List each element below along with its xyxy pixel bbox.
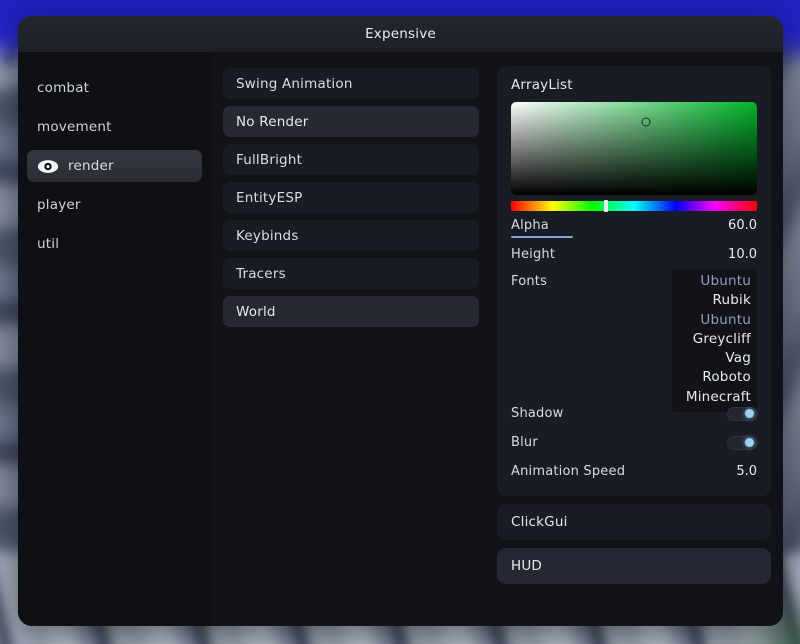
sidebar-item-label: movement bbox=[37, 119, 112, 135]
setting-value: 60.0 bbox=[728, 218, 757, 233]
sidebar-item-util[interactable]: util bbox=[27, 228, 202, 260]
settings-card-clickgui[interactable]: ClickGui bbox=[497, 504, 771, 540]
font-option-selected[interactable]: Ubuntu bbox=[678, 272, 751, 291]
setting-shadow[interactable]: Shadow bbox=[511, 399, 757, 428]
setting-animation-speed[interactable]: Animation Speed 5.0 bbox=[511, 457, 757, 486]
module-list: Swing Animation No Render FullBright Ent… bbox=[211, 52, 491, 626]
settings-panel: ArrayList Alpha 60.0 Height 10.0 Fonts U… bbox=[491, 52, 783, 626]
card-title-arraylist[interactable]: ArrayList bbox=[497, 66, 771, 102]
font-option-vag[interactable]: Vag bbox=[678, 349, 751, 368]
settings-card-arraylist: ArrayList Alpha 60.0 Height 10.0 Fonts U… bbox=[497, 66, 771, 496]
font-option-greycliff[interactable]: Greycliff bbox=[678, 330, 751, 349]
arraylist-settings: Alpha 60.0 Height 10.0 Fonts Ubuntu Rubi… bbox=[497, 102, 771, 496]
setting-label: Fonts bbox=[511, 274, 548, 289]
blur-toggle[interactable] bbox=[727, 435, 757, 450]
module-world[interactable]: World bbox=[223, 296, 479, 327]
alpha-slider-track[interactable] bbox=[511, 236, 757, 238]
module-entityesp[interactable]: EntityESP bbox=[223, 182, 479, 213]
sidebar-item-render[interactable]: render bbox=[27, 150, 202, 182]
setting-label: Animation Speed bbox=[511, 464, 626, 479]
sidebar-item-combat[interactable]: combat bbox=[27, 72, 202, 104]
color-picker-cursor[interactable] bbox=[641, 117, 651, 127]
setting-value: 10.0 bbox=[728, 247, 757, 262]
font-option-rubik[interactable]: Rubik bbox=[678, 291, 751, 310]
height-slider-track[interactable] bbox=[511, 265, 757, 267]
module-no-render[interactable]: No Render bbox=[223, 106, 479, 137]
shadow-toggle[interactable] bbox=[727, 406, 757, 421]
setting-alpha[interactable]: Alpha 60.0 bbox=[511, 211, 757, 240]
sidebar-item-label: combat bbox=[37, 80, 90, 96]
window-titlebar[interactable]: Expensive bbox=[18, 16, 783, 52]
category-sidebar: combat movement render player util bbox=[18, 52, 211, 626]
module-swing-animation[interactable]: Swing Animation bbox=[223, 68, 479, 99]
setting-label: Blur bbox=[511, 435, 538, 450]
card-title-hud: HUD bbox=[511, 558, 543, 574]
module-keybinds[interactable]: Keybinds bbox=[223, 220, 479, 251]
eye-icon bbox=[37, 159, 59, 173]
module-label: Swing Animation bbox=[236, 75, 353, 92]
toggle-knob bbox=[745, 438, 754, 447]
module-label: EntityESP bbox=[236, 189, 303, 206]
module-label: World bbox=[236, 303, 276, 320]
module-tracers[interactable]: Tracers bbox=[223, 258, 479, 289]
sidebar-item-label: util bbox=[37, 236, 60, 252]
setting-label: Height bbox=[511, 247, 556, 262]
sidebar-item-movement[interactable]: movement bbox=[27, 111, 202, 143]
font-option-roboto[interactable]: Roboto bbox=[678, 368, 751, 387]
module-fullbright[interactable]: FullBright bbox=[223, 144, 479, 175]
sidebar-item-player[interactable]: player bbox=[27, 189, 202, 221]
setting-blur[interactable]: Blur bbox=[511, 428, 757, 457]
setting-label: Shadow bbox=[511, 406, 564, 421]
module-label: FullBright bbox=[236, 151, 303, 168]
setting-fonts: Fonts Ubuntu Rubik Ubuntu Greycliff Vag … bbox=[511, 269, 757, 413]
window-title: Expensive bbox=[365, 26, 436, 42]
font-option-ubuntu[interactable]: Ubuntu bbox=[678, 311, 751, 330]
sidebar-item-label: render bbox=[68, 158, 114, 174]
sidebar-item-label: player bbox=[37, 197, 81, 213]
card-title-clickgui: ClickGui bbox=[511, 514, 568, 530]
setting-value: 5.0 bbox=[736, 464, 757, 479]
color-picker-hue-slider[interactable] bbox=[511, 200, 757, 212]
settings-card-hud[interactable]: HUD bbox=[497, 548, 771, 584]
alpha-slider-fill bbox=[511, 236, 573, 238]
setting-height[interactable]: Height 10.0 bbox=[511, 240, 757, 269]
setting-label: Alpha bbox=[511, 218, 549, 233]
fonts-dropdown[interactable]: Ubuntu Rubik Ubuntu Greycliff Vag Roboto… bbox=[672, 269, 757, 413]
window-body: combat movement render player util Swing… bbox=[18, 52, 783, 626]
module-label: No Render bbox=[236, 113, 309, 130]
module-label: Keybinds bbox=[236, 227, 299, 244]
color-picker-saturation-value[interactable] bbox=[511, 102, 757, 195]
toggle-knob bbox=[745, 409, 754, 418]
module-label: Tracers bbox=[236, 265, 286, 282]
clickgui-window: Expensive combat movement render player bbox=[18, 16, 783, 626]
